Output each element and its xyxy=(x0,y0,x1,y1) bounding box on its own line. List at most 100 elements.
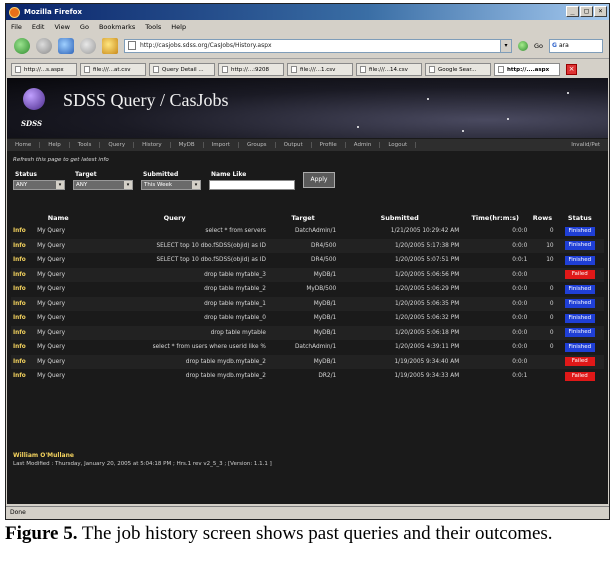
nav-output[interactable]: Output xyxy=(276,142,312,148)
status-select[interactable]: ANY ▾ xyxy=(13,180,65,190)
tab[interactable]: file:///...14.csv xyxy=(356,63,422,76)
nav-groups[interactable]: Groups xyxy=(239,142,276,148)
status-cell: Finished xyxy=(555,282,604,297)
submitted-cell: 1/20/2005 5:07:51 PM xyxy=(338,253,462,268)
tab-label: http://...:9208 xyxy=(231,66,269,73)
chevron-down-icon[interactable]: ▾ xyxy=(500,39,511,52)
chevron-down-icon[interactable]: ▾ xyxy=(56,181,64,189)
star-decoration xyxy=(462,130,464,132)
info-link[interactable]: Info xyxy=(11,340,36,355)
minimize-button[interactable]: _ xyxy=(566,6,579,17)
status-badge: Finished xyxy=(564,226,595,236)
job-name: My Query xyxy=(35,253,82,268)
tab-label: file:///...14.csv xyxy=(369,66,408,73)
nav-admin[interactable]: Admin xyxy=(346,142,381,148)
info-link[interactable]: Info xyxy=(11,282,36,297)
tab[interactable]: http://...:9208 xyxy=(218,63,284,76)
tab[interactable]: Query Detail ... xyxy=(149,63,215,76)
tab[interactable]: file:///...1.csv xyxy=(287,63,353,76)
status-badge: Finished xyxy=(564,299,595,309)
page-icon xyxy=(84,66,90,73)
browser-window: Mozilla Firefox _ □ × File Edit View Go … xyxy=(5,3,610,520)
nav-home[interactable]: Home xyxy=(7,142,41,148)
name-like-input[interactable] xyxy=(209,180,295,190)
reload-icon[interactable] xyxy=(58,37,74,54)
info-link[interactable]: Info xyxy=(11,325,36,340)
submitted-select[interactable]: This Week ▾ xyxy=(141,180,201,190)
nav-logout[interactable]: Logout xyxy=(380,142,417,148)
url-text: http://casjobs.sdss.org/CasJobs/History.… xyxy=(140,42,272,49)
chevron-down-icon[interactable]: ▾ xyxy=(124,181,132,189)
star-decoration xyxy=(357,126,359,128)
status-select-value: ANY xyxy=(16,182,28,188)
page-icon xyxy=(291,66,297,73)
rows-cell: 0 xyxy=(529,282,556,297)
nav-help[interactable]: Help xyxy=(40,142,70,148)
home-icon[interactable] xyxy=(102,37,118,54)
target-select[interactable]: ANY ▾ xyxy=(73,180,133,190)
column-header: Time(hr:m:s) xyxy=(471,214,519,222)
tab[interactable]: Google Sear... xyxy=(425,63,491,76)
close-button[interactable]: × xyxy=(594,6,607,17)
tab-label: http://....aspx xyxy=(507,66,550,73)
menu-tools[interactable]: Tools xyxy=(145,23,161,31)
nav-profile[interactable]: Profile xyxy=(312,142,346,148)
query-text: select * from servers xyxy=(81,224,268,239)
page-icon xyxy=(128,41,136,50)
info-link[interactable]: Info xyxy=(11,354,36,369)
menu-bookmarks[interactable]: Bookmarks xyxy=(99,23,135,31)
go-button[interactable]: Go xyxy=(534,42,543,50)
table-row: Info My Query select * from users where us… xyxy=(11,340,604,355)
job-name: My Query xyxy=(35,238,82,253)
go-icon[interactable] xyxy=(518,40,528,51)
query-text: SELECT top 10 dbo.fSDSS(objid) as ID xyxy=(81,238,268,253)
submitted-filter-label: Submitted xyxy=(143,171,179,178)
time-cell: 0:0:0 xyxy=(461,311,530,326)
job-rows: Info My Query select * from servers DatchAd… xyxy=(11,224,604,384)
stop-icon[interactable] xyxy=(80,37,96,54)
nav-tools[interactable]: Tools xyxy=(70,142,101,148)
time-cell: 0:0:0 xyxy=(461,354,530,369)
tab-active[interactable]: http://....aspx xyxy=(494,63,560,76)
submitted-cell: 1/20/2005 5:06:35 PM xyxy=(338,296,462,311)
info-link[interactable]: Info xyxy=(11,267,36,282)
menu-file[interactable]: File xyxy=(11,23,22,31)
info-link[interactable]: Info xyxy=(11,296,36,311)
target-cell: MyDB/1 xyxy=(267,325,339,340)
menu-edit[interactable]: Edit xyxy=(32,23,45,31)
google-icon: G xyxy=(552,42,557,49)
info-link[interactable]: Info xyxy=(11,238,36,253)
target-cell: MyDB/1 xyxy=(267,354,339,369)
nav-query[interactable]: Query xyxy=(100,142,135,148)
nav-import[interactable]: Import xyxy=(204,142,239,148)
menu-view[interactable]: View xyxy=(54,23,69,31)
address-bar[interactable]: http://casjobs.sdss.org/CasJobs/History.… xyxy=(124,38,512,53)
info-link[interactable]: Info xyxy=(11,369,36,384)
nav-mydb[interactable]: MyDB xyxy=(171,142,204,148)
search-input[interactable]: G ara xyxy=(549,38,604,53)
back-icon[interactable] xyxy=(14,37,30,54)
maximize-button[interactable]: □ xyxy=(580,6,593,17)
job-name: My Query xyxy=(35,282,82,297)
chevron-down-icon[interactable]: ▾ xyxy=(192,181,200,189)
page-icon xyxy=(15,66,21,73)
target-cell: DatchAdmin/1 xyxy=(267,340,339,355)
apply-button[interactable]: Apply xyxy=(303,172,335,188)
rows-cell: 10 xyxy=(529,253,556,268)
tab[interactable]: http://...s.aspx xyxy=(11,63,77,76)
menu-help[interactable]: Help xyxy=(171,23,186,31)
tab-label: Google Sear... xyxy=(438,66,477,73)
info-link[interactable]: Info xyxy=(11,311,36,326)
author-name[interactable]: William O'Mullane xyxy=(13,452,74,459)
nav-user[interactable]: Invalid/Pet xyxy=(563,142,608,148)
nav-history[interactable]: History xyxy=(134,142,171,148)
info-link[interactable]: Info xyxy=(11,224,36,239)
column-header: Target xyxy=(291,214,315,222)
query-text: drop table mytable_2 xyxy=(81,282,268,297)
close-tab-icon[interactable]: × xyxy=(566,64,577,75)
job-name: My Query xyxy=(35,340,82,355)
forward-icon[interactable] xyxy=(36,37,52,54)
menu-go[interactable]: Go xyxy=(80,23,89,31)
tab[interactable]: file:///...at.csv xyxy=(80,63,146,76)
info-link[interactable]: Info xyxy=(11,253,36,268)
